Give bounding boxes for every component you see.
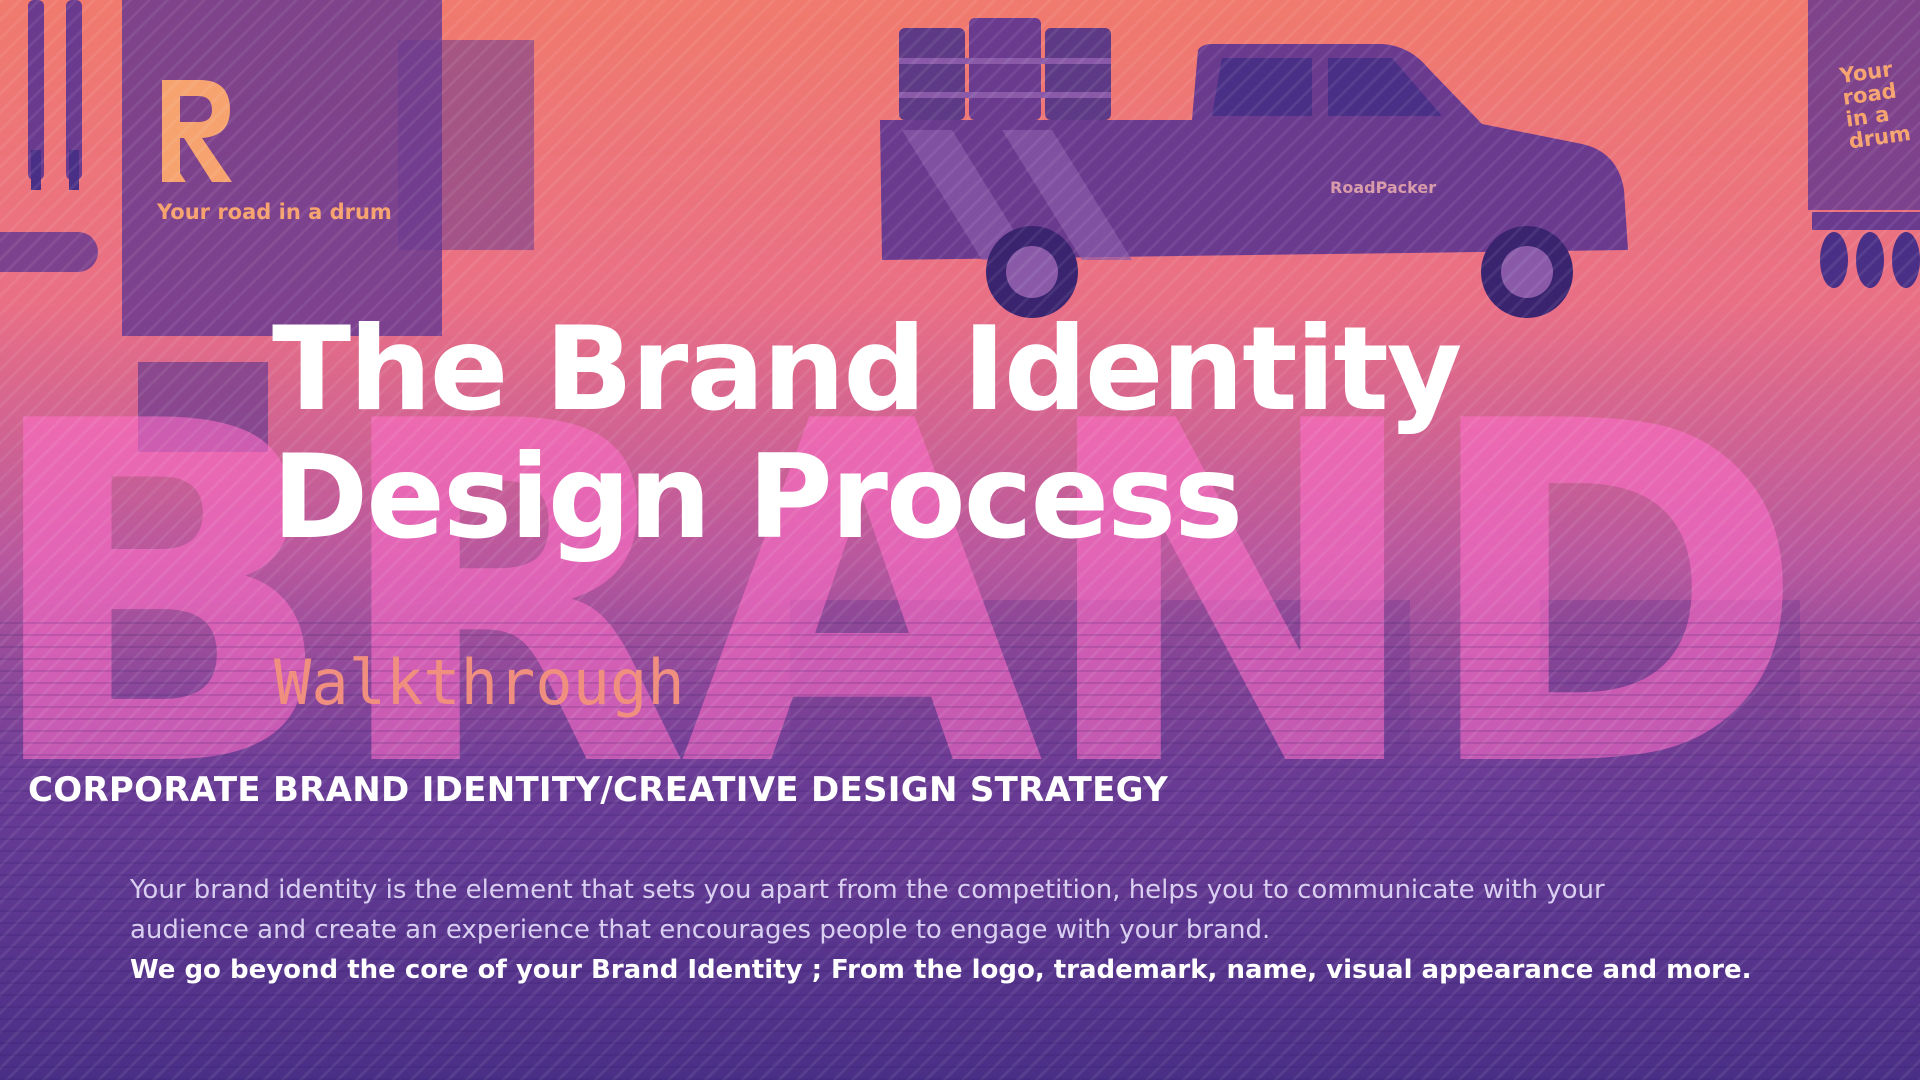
hero-title-line-2: Design Process [272, 429, 1243, 565]
pens-icon [28, 0, 82, 190]
card-edge [0, 232, 98, 272]
business-card [398, 40, 534, 250]
truck-label: RoadPacker [1330, 178, 1437, 197]
hero-title: The Brand Identity Design Process [272, 302, 1462, 565]
trailer-text: Your road in a drum [1838, 56, 1913, 154]
description-line-2: audience and create an experience that e… [130, 915, 1271, 945]
trailer-wheels-icon [1812, 212, 1920, 288]
pickup-truck-icon [880, 44, 1628, 318]
description-block: Your brand identity is the element that … [130, 870, 1900, 990]
hero-title-line-1: The Brand Identity [272, 302, 1462, 437]
r-logo-icon [162, 80, 232, 182]
description-highlight: We go beyond the core of your Brand Iden… [130, 955, 1752, 985]
strategy-heading: CORPORATE BRAND IDENTITY/CREATIVE DESIGN… [28, 770, 1168, 810]
hero-banner: Your road in a drum RoadPacker Your road [0, 0, 1920, 1080]
hero-subtitle: Walkthrough [274, 646, 685, 719]
description-line-1: Your brand identity is the element that … [130, 875, 1605, 905]
stationery-tagline: Your road in a drum [157, 200, 392, 224]
